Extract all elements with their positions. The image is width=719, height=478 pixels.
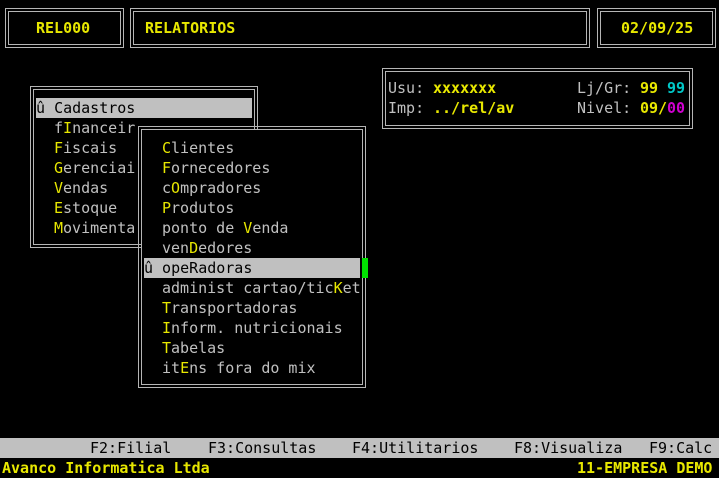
menu-hotkey: E <box>54 199 64 217</box>
menu-item-text: û <box>36 99 55 117</box>
menu-item-text: mpradores <box>180 179 262 197</box>
menu-hotkey: T <box>162 299 172 317</box>
menu-item-text: f <box>54 119 64 137</box>
submenu-item-inform-nutricionais[interactable]: Inform. nutricionais <box>162 318 360 338</box>
menu-hotkey: R <box>189 259 199 277</box>
menu-hotkey: O <box>171 179 181 197</box>
submenu-item-tabelas[interactable]: Tabelas <box>162 338 360 358</box>
menu-hotkey: M <box>54 219 64 237</box>
submenu-item-fornecedores[interactable]: Fornecedores <box>162 158 360 178</box>
menu-item-text: erenciai <box>63 159 136 177</box>
main-menu-item-fiscais[interactable]: Fiscais <box>54 138 140 158</box>
main-menu-item-gerenciai[interactable]: Gerenciai <box>54 158 140 178</box>
f9-calc-key[interactable]: F9:Calc <box>649 438 712 458</box>
menu-hotkey: F <box>54 139 64 157</box>
function-key-bar: F2:Filial F3:Consultas F4:Utilitarios F8… <box>0 438 719 458</box>
f4-utilitarios-key[interactable]: F4:Utilitarios <box>352 438 478 458</box>
submenu-item-ponto-de-venda[interactable]: ponto de Venda <box>162 218 360 238</box>
menu-item-text: adastros <box>63 99 136 117</box>
company-name: Avanco Informatica Ltda <box>2 459 210 477</box>
menu-item-text: iscais <box>63 139 118 157</box>
f3-consultas-key[interactable]: F3:Consultas <box>208 438 316 458</box>
menu-item-text: ovimenta <box>63 219 136 237</box>
enterprise-name: 11-EMPRESA DEMO <box>577 459 713 477</box>
main-menu-item-financeir[interactable]: fInanceir <box>54 118 140 138</box>
f2-filial-key[interactable]: F2:Filial <box>90 438 171 458</box>
menu-hotkey: I <box>162 319 172 337</box>
level-sub-value: 00 <box>667 99 686 117</box>
submenu-item-operadoras[interactable]: û opeRadoras <box>144 258 360 278</box>
menu-hotkey: C <box>162 139 172 157</box>
menu-item-text: ponto de <box>162 219 244 237</box>
menu-item-text: edores <box>198 239 253 257</box>
menu-hotkey: G <box>54 159 64 177</box>
menu-hotkey: I <box>63 119 73 137</box>
menu-hotkey: P <box>162 199 172 217</box>
menu-item-text: nanceir <box>72 119 136 137</box>
menu-item-text: rodutos <box>171 199 235 217</box>
group-value: 99 <box>667 79 686 97</box>
user-label: Usu: <box>388 79 425 97</box>
program-code: REL000 <box>36 19 91 37</box>
menu-hotkey: V <box>243 219 253 237</box>
module-title: RELATORIOS <box>145 19 236 37</box>
menu-item-text: ornecedores <box>171 159 271 177</box>
menu-item-text: adoras <box>198 259 253 277</box>
menu-hotkey: D <box>189 239 199 257</box>
menu-item-text: c <box>162 179 172 197</box>
store-value: 99 <box>640 79 659 97</box>
menu-hotkey: V <box>54 179 64 197</box>
submenu-item-clientes[interactable]: Clientes <box>162 138 360 158</box>
submenu-selection-marker <box>362 258 368 278</box>
menu-item-text: endas <box>63 179 109 197</box>
current-date: 02/09/25 <box>621 19 694 37</box>
menu-item-text: abelas <box>171 339 226 357</box>
menu-item-text: û ope <box>144 259 190 277</box>
menu-item-text: administ cartao/tic <box>162 279 334 297</box>
menu-item-text: enda <box>252 219 289 237</box>
status-bar: Avanco Informatica Ltda 11-EMPRESA DEMO <box>0 458 719 478</box>
submenu-item-itens-fora-do-mix[interactable]: itEns fora do mix <box>162 358 360 378</box>
menu-item-text: lientes <box>171 139 235 157</box>
menu-item-text: ransportadoras <box>171 299 298 317</box>
level-separator: / <box>658 99 668 117</box>
submenu-item-transportadoras[interactable]: Transportadoras <box>162 298 360 318</box>
submenu-item-administ-cartao-ticket[interactable]: administ cartao/ticKet <box>162 278 361 298</box>
main-menu-item-movimenta[interactable]: Movimenta <box>54 218 140 238</box>
menu-item-text: nform. nutricionais <box>171 319 343 337</box>
menu-item-text: it <box>162 359 181 377</box>
main-menu-item-vendas[interactable]: Vendas <box>54 178 140 198</box>
menu-item-text: ven <box>162 239 190 257</box>
user-value: xxxxxxx <box>433 79 497 97</box>
menu-item-text: et <box>342 279 361 297</box>
level-value: 09 <box>640 99 659 117</box>
f8-visualiza-key[interactable]: F8:Visualiza <box>514 438 622 458</box>
submenu-item-compradores[interactable]: cOmpradores <box>162 178 360 198</box>
printer-label: Imp: <box>388 99 425 117</box>
submenu-item-produtos[interactable]: Produtos <box>162 198 360 218</box>
printer-value: ../rel/av <box>433 99 515 117</box>
level-label: Nivel: <box>577 99 632 117</box>
menu-hotkey: C <box>54 99 64 117</box>
menu-item-text: ns fora do mix <box>189 359 316 377</box>
menu-hotkey: E <box>180 359 190 377</box>
menu-hotkey: F <box>162 159 172 177</box>
menu-hotkey: T <box>162 339 172 357</box>
menu-item-text: stoque <box>63 199 118 217</box>
main-menu-item-cadastros[interactable]: û Cadastros <box>36 98 252 118</box>
main-menu-item-estoque[interactable]: Estoque <box>54 198 140 218</box>
submenu-item-vendedores[interactable]: venDedores <box>162 238 360 258</box>
store-label: Lj/Gr: <box>577 79 632 97</box>
menu-hotkey: K <box>333 279 343 297</box>
